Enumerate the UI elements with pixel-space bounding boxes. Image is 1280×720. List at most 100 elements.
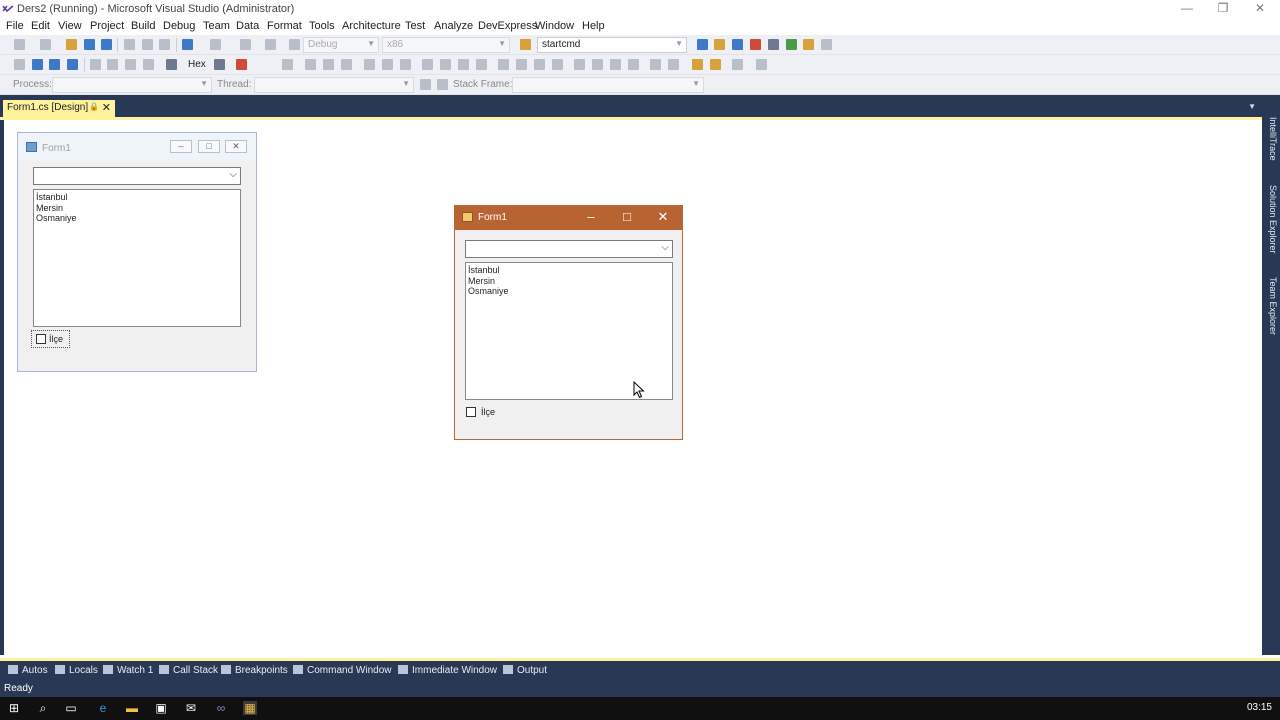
tab-list-dropdown-icon[interactable]: ▼: [1248, 102, 1256, 111]
find-in-files-icon[interactable]: [520, 39, 531, 50]
running-combobox[interactable]: ⌵: [465, 240, 673, 258]
design-combobox[interactable]: ⌵: [33, 167, 241, 185]
search-icon[interactable]: ⌕: [36, 701, 50, 715]
menu-view[interactable]: View: [58, 20, 82, 32]
menu-window[interactable]: Window: [535, 20, 574, 32]
redo-icon[interactable]: [210, 39, 221, 50]
list-item[interactable]: İstanbul: [36, 192, 238, 203]
running-form-close-button[interactable]: ✕: [649, 209, 677, 225]
center-horizontally-icon[interactable]: [650, 59, 661, 70]
file-explorer-icon[interactable]: ▬: [125, 701, 139, 715]
align-rights-icon[interactable]: [341, 59, 352, 70]
tools-icon[interactable]: [768, 39, 779, 50]
stack-frame-combo[interactable]: ▼: [512, 77, 704, 93]
extensions-icon[interactable]: [803, 39, 814, 50]
align-bottoms-icon[interactable]: [400, 59, 411, 70]
menu-help[interactable]: Help: [582, 20, 605, 32]
increase-horizontal-spacing-icon[interactable]: [516, 59, 527, 70]
continue-icon[interactable]: [14, 59, 25, 70]
solution-explorer-panel-tab[interactable]: Solution Explorer: [1264, 185, 1278, 254]
list-item[interactable]: Mersin: [36, 203, 238, 214]
flag-icon[interactable]: [437, 79, 448, 90]
align-to-grid-icon[interactable]: [282, 59, 293, 70]
list-item[interactable]: Osmaniye: [468, 286, 670, 297]
list-item[interactable]: Mersin: [468, 276, 670, 287]
break-all-icon[interactable]: [32, 59, 43, 70]
toolbox-icon[interactable]: [750, 39, 761, 50]
filter-icon[interactable]: [420, 79, 431, 90]
make-same-size-icon[interactable]: [458, 59, 469, 70]
menu-data[interactable]: Data: [236, 20, 259, 32]
design-form[interactable]: Form1 – □ ✕ ⌵ İstanbul Mersin Osmaniye İ…: [17, 132, 257, 372]
copy-icon[interactable]: [142, 39, 153, 50]
start-page-icon[interactable]: [786, 39, 797, 50]
platform-combo[interactable]: x86 ▼: [382, 37, 510, 53]
running-form-minimize-button[interactable]: –: [577, 209, 605, 224]
menu-format[interactable]: Format: [267, 20, 302, 32]
properties-icon[interactable]: [714, 39, 725, 50]
stop-debugging-icon[interactable]: [49, 59, 60, 70]
running-form-window[interactable]: Form1 – □ ✕ ⌵ İstanbul Mersin Osmaniye İ…: [454, 205, 683, 440]
menu-build[interactable]: Build: [131, 20, 155, 32]
running-checkbox[interactable]: [466, 407, 476, 417]
vertical-spacing-icon[interactable]: [574, 59, 585, 70]
exceptions-icon[interactable]: [236, 59, 247, 70]
solution-explorer-icon[interactable]: [697, 39, 708, 50]
menu-file[interactable]: File: [6, 20, 24, 32]
horizontal-spacing-icon[interactable]: [498, 59, 509, 70]
save-all-icon[interactable]: [101, 39, 112, 50]
running-listbox[interactable]: İstanbul Mersin Osmaniye: [465, 262, 673, 400]
cut-icon[interactable]: [124, 39, 135, 50]
menu-architecture[interactable]: Architecture: [342, 20, 401, 32]
tab-breakpoints[interactable]: Breakpoints: [221, 665, 288, 676]
paste-icon[interactable]: [159, 39, 170, 50]
navigate-forward-icon[interactable]: [265, 39, 276, 50]
bring-to-front-icon[interactable]: [692, 59, 703, 70]
find-icon[interactable]: [166, 59, 177, 70]
align-tops-icon[interactable]: [364, 59, 375, 70]
thread-combo[interactable]: ▼: [254, 77, 414, 93]
menu-analyze[interactable]: Analyze: [434, 20, 473, 32]
menu-project[interactable]: Project: [90, 20, 124, 32]
align-centers-icon[interactable]: [323, 59, 334, 70]
thread-icon[interactable]: [214, 59, 225, 70]
list-item[interactable]: Osmaniye: [36, 213, 238, 224]
remove-horizontal-spacing-icon[interactable]: [552, 59, 563, 70]
running-app-taskbar-icon[interactable]: ▦: [243, 701, 257, 715]
find-combo[interactable]: startcmd ▼: [537, 37, 687, 53]
tab-order-icon[interactable]: [756, 59, 767, 70]
open-file-icon[interactable]: [66, 39, 77, 50]
step-out-icon[interactable]: [143, 59, 154, 70]
tab-locals[interactable]: Locals: [55, 665, 98, 676]
new-project-icon[interactable]: [40, 39, 51, 50]
store-icon[interactable]: ▣: [154, 701, 168, 715]
process-combo[interactable]: ▼: [52, 77, 212, 93]
team-explorer-panel-tab[interactable]: Team Explorer: [1264, 277, 1278, 335]
menu-test[interactable]: Test: [405, 20, 425, 32]
make-same-height-icon[interactable]: [440, 59, 451, 70]
tab-form1-design[interactable]: Form1.cs [Design] 🔒 ✕: [3, 100, 115, 117]
menu-edit[interactable]: Edit: [31, 20, 50, 32]
restart-icon[interactable]: [67, 59, 78, 70]
start-icon[interactable]: [289, 39, 300, 50]
show-next-statement-icon[interactable]: [90, 59, 101, 70]
step-over-icon[interactable]: [125, 59, 136, 70]
tab-immediate-window[interactable]: Immediate Window: [398, 665, 497, 676]
windows-start-icon[interactable]: ⊞: [7, 701, 21, 715]
step-into-icon[interactable]: [107, 59, 118, 70]
menu-debug[interactable]: Debug: [163, 20, 195, 32]
back-icon[interactable]: [14, 39, 25, 50]
close-button[interactable]: ✕: [1243, 0, 1277, 18]
tab-call-stack[interactable]: Call Stack: [159, 665, 218, 676]
increase-vertical-spacing-icon[interactable]: [592, 59, 603, 70]
align-middles-icon[interactable]: [382, 59, 393, 70]
list-item[interactable]: İstanbul: [468, 265, 670, 276]
make-same-width-icon[interactable]: [422, 59, 433, 70]
edge-browser-icon[interactable]: e: [96, 701, 110, 715]
object-browser-icon[interactable]: [732, 39, 743, 50]
tab-watch-1[interactable]: Watch 1: [103, 665, 153, 676]
remove-vertical-spacing-icon[interactable]: [628, 59, 639, 70]
design-checkbox[interactable]: [36, 334, 46, 344]
window-layout-icon[interactable]: [821, 39, 832, 50]
visual-studio-taskbar-icon[interactable]: ∞: [214, 701, 228, 715]
